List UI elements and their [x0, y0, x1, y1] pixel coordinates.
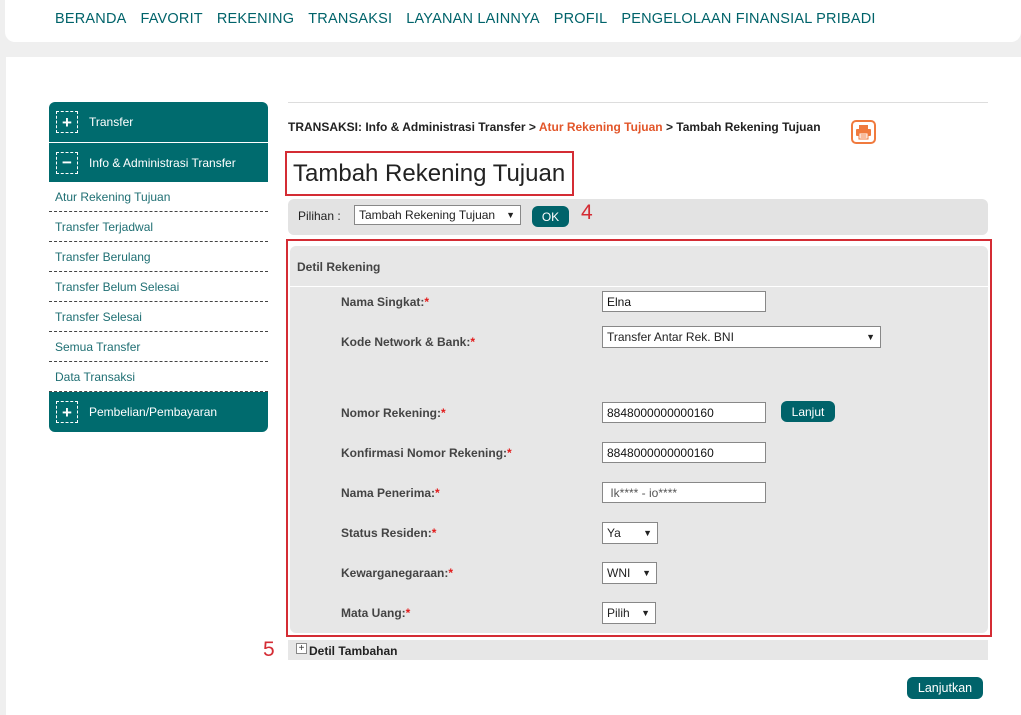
nav-beranda[interactable]: BERANDA [55, 11, 127, 27]
top-navigation-bar: BERANDA FAVORIT REKENING TRANSAKSI LAYAN… [5, 0, 1021, 42]
detil-tambahan-label: Detil Tambahan [309, 644, 398, 658]
nomor-rekening-label: Nomor Rekening:* [341, 406, 446, 420]
status-residen-select[interactable]: Ya ▼ [602, 522, 658, 544]
sidebar-submenu: Atur Rekening Tujuan Transfer Terjadwal … [49, 182, 268, 392]
annotation-number-4: 4 [581, 201, 593, 224]
label-text: Kewarganegaraan: [341, 566, 449, 580]
label-text: Konfirmasi Nomor Rekening: [341, 446, 508, 460]
ok-button[interactable]: OK [532, 206, 569, 227]
pilihan-select-value: Tambah Rekening Tujuan [359, 208, 496, 222]
sidebar-item-label: Info & Administrasi Transfer [89, 155, 236, 170]
printer-icon [856, 125, 871, 140]
lanjutkan-button[interactable]: Lanjutkan [907, 677, 983, 699]
mata-uang-select[interactable]: Pilih ▼ [602, 602, 656, 624]
sidebar-item-info-admin[interactable]: − Info & Administrasi Transfer [49, 142, 268, 182]
required-mark: * [448, 566, 454, 580]
label-text: Kode Network & Bank: [341, 335, 471, 349]
required-mark: * [507, 446, 512, 460]
required-mark: * [441, 406, 446, 420]
dropdown-arrow-icon: ▼ [641, 608, 650, 618]
pilihan-select[interactable]: Tambah Rekening Tujuan ▼ [354, 205, 521, 225]
divider [288, 102, 988, 103]
nama-penerima-field: Ik**** - io**** [602, 482, 766, 503]
dropdown-arrow-icon: ▼ [642, 568, 651, 578]
sidebar-item-label: Pembelian/Pembayaran [89, 405, 218, 419]
page-title: Tambah Rekening Tujuan [293, 159, 566, 187]
sidebar-subitem-semua-transfer[interactable]: Semua Transfer [49, 332, 268, 362]
konfirmasi-rekening-label: Konfirmasi Nomor Rekening:* [341, 446, 512, 460]
detil-tambahan-section[interactable]: + Detil Tambahan [288, 640, 988, 660]
kode-network-label: Kode Network & Bank:* [341, 335, 475, 349]
required-mark: * [405, 606, 411, 620]
input-value: Elna [607, 294, 632, 309]
nama-singkat-input[interactable]: Elna [602, 291, 766, 312]
breadcrumb: TRANSAKSI: Info & Administrasi Transfer … [288, 120, 821, 134]
page-title-highlight: Tambah Rekening Tujuan [285, 151, 574, 196]
required-mark: * [424, 295, 430, 309]
sidebar-subitem-atur-rekening[interactable]: Atur Rekening Tujuan [49, 182, 268, 212]
expand-icon: + [56, 111, 78, 133]
sidebar-item-pembelian[interactable]: + Pembelian/Pembayaran [49, 392, 268, 432]
required-mark: * [435, 486, 440, 500]
breadcrumb-current: > Tambah Rekening Tujuan [662, 120, 821, 134]
section-title: Detil Rekening [297, 260, 381, 274]
sidebar-item-transfer[interactable]: + Transfer [49, 102, 268, 142]
required-mark: * [431, 526, 437, 540]
nav-transaksi[interactable]: TRANSAKSI [308, 11, 392, 27]
input-value: Ik**** - io**** [607, 485, 678, 500]
nama-penerima-label: Nama Penerima:* [341, 486, 440, 500]
sidebar-subitem-transfer-berulang[interactable]: Transfer Berulang [49, 242, 268, 272]
expand-icon: + [56, 401, 78, 423]
label-text: Status Residen: [341, 526, 432, 540]
sidebar: + Transfer − Info & Administrasi Transfe… [49, 102, 268, 432]
sidebar-subitem-transfer-terjadwal[interactable]: Transfer Terjadwal [49, 212, 268, 242]
mata-uang-label: Mata Uang:* [341, 606, 410, 620]
dropdown-arrow-icon: ▼ [643, 528, 652, 538]
collapse-icon: − [56, 151, 78, 174]
detil-rekening-section: Detil Rekening Nama Singkat:* Elna Kode … [290, 246, 988, 633]
nav-rekening[interactable]: REKENING [217, 11, 294, 27]
required-mark: * [470, 335, 476, 349]
sidebar-item-label: Transfer [89, 115, 134, 129]
lanjut-button[interactable]: Lanjut [781, 401, 835, 422]
status-residen-label: Status Residen:* [341, 526, 436, 540]
nav-pengelolaan-finansial[interactable]: PENGELOLAAN FINANSIAL PRIBADI [621, 11, 875, 27]
breadcrumb-prefix: TRANSAKSI: Info & Administrasi Transfer … [288, 120, 539, 134]
nomor-rekening-input[interactable]: 8848000000000160 [602, 402, 766, 423]
input-value: 8848000000000160 [607, 405, 714, 420]
main-menu: BERANDA FAVORIT REKENING TRANSAKSI LAYAN… [55, 11, 876, 27]
select-value: Ya [607, 526, 621, 540]
kode-network-select[interactable]: Transfer Antar Rek. BNI ▼ [602, 326, 881, 348]
label-text: Nomor Rekening: [341, 406, 442, 420]
konfirmasi-rekening-input[interactable]: 8848000000000160 [602, 442, 766, 463]
label-text: Nama Singkat: [341, 295, 425, 309]
label-text: Mata Uang: [341, 606, 406, 620]
select-value: Pilih [607, 606, 630, 620]
dropdown-arrow-icon: ▼ [866, 332, 875, 342]
nav-profil[interactable]: PROFIL [554, 11, 608, 27]
nav-favorit[interactable]: FAVORIT [141, 11, 203, 27]
sidebar-subitem-data-transaksi[interactable]: Data Transaksi [49, 362, 268, 392]
expand-icon[interactable]: + [296, 643, 307, 654]
print-button[interactable] [851, 120, 876, 144]
pilihan-bar: Pilihan : Tambah Rekening Tujuan ▼ OK [288, 199, 988, 235]
kewarganegaraan-label: Kewarganegaraan:* [341, 566, 453, 580]
kewarganegaraan-select[interactable]: WNI ▼ [602, 562, 657, 584]
input-value: 8848000000000160 [607, 445, 714, 460]
dropdown-arrow-icon: ▼ [506, 210, 515, 220]
nama-singkat-label: Nama Singkat:* [341, 295, 429, 309]
breadcrumb-link-atur-rekening[interactable]: Atur Rekening Tujuan [539, 120, 663, 134]
select-value: Transfer Antar Rek. BNI [607, 330, 734, 344]
pilihan-label: Pilihan : [298, 209, 341, 223]
divider [290, 286, 988, 287]
nav-layanan-lainnya[interactable]: LAYANAN LAINNYA [406, 11, 540, 27]
sidebar-subitem-transfer-belum-selesai[interactable]: Transfer Belum Selesai [49, 272, 268, 302]
annotation-number-5: 5 [263, 638, 275, 661]
sidebar-subitem-transfer-selesai[interactable]: Transfer Selesai [49, 302, 268, 332]
label-text: Nama Penerima: [341, 486, 436, 500]
select-value: WNI [607, 566, 631, 580]
detil-rekening-highlight: Detil Rekening Nama Singkat:* Elna Kode … [286, 239, 992, 637]
